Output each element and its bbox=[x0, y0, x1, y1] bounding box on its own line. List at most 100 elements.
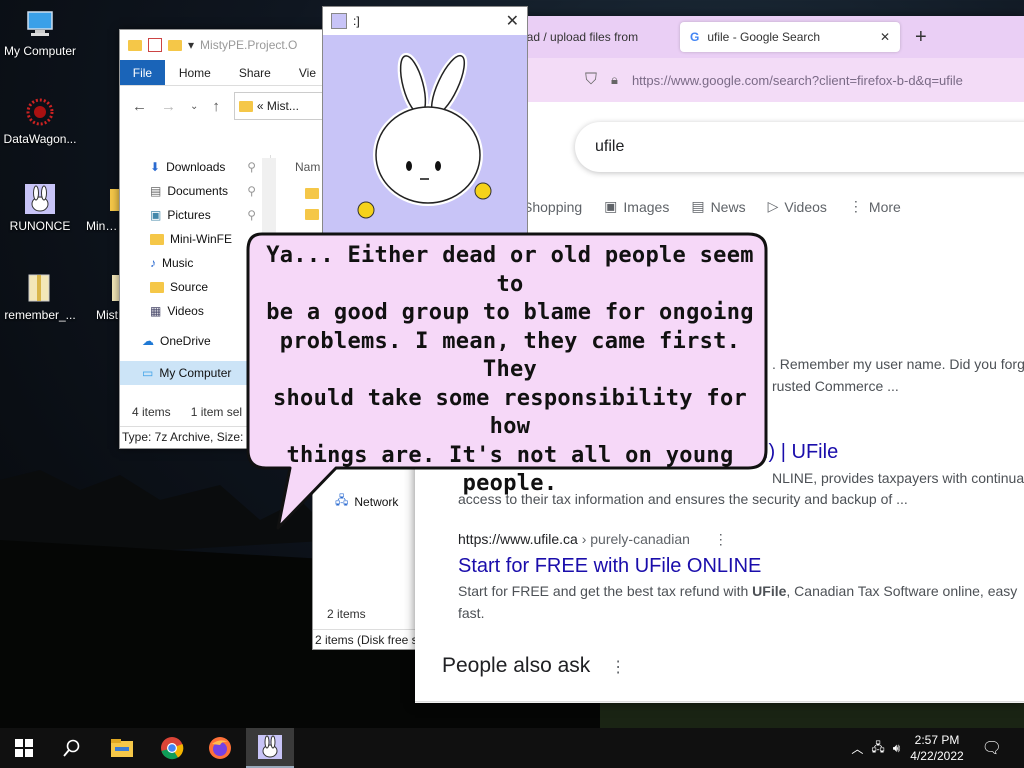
video-icon: ▦ bbox=[150, 304, 162, 318]
scroll-left-icon[interactable]: ❮ bbox=[418, 702, 428, 703]
tab-shopping[interactable]: Shopping bbox=[523, 198, 582, 215]
desktop-icon-datawagon[interactable]: DataWagon... bbox=[0, 96, 80, 146]
taskbar-firefox[interactable] bbox=[196, 728, 244, 768]
more-options-icon[interactable]: ⋮ bbox=[610, 659, 626, 676]
sidebar-item-label: Downloads bbox=[166, 160, 226, 174]
forward-arrow-icon[interactable]: → bbox=[161, 98, 176, 115]
result-snippet: rusted Commerce ... bbox=[772, 378, 899, 394]
explorer-nav-bar: ← → ⌄ ↑ « Mist... bbox=[120, 86, 330, 126]
windows-logo-icon bbox=[15, 739, 33, 757]
tab-title: oad / upload files from bbox=[520, 30, 639, 44]
new-folder-icon[interactable] bbox=[168, 39, 182, 51]
status-item-count: 4 items bbox=[132, 405, 171, 419]
speech-line: be a good group to blame for ongoing bbox=[266, 300, 754, 325]
address-text: « Mist... bbox=[256, 99, 299, 113]
url-host: https://www.google.com bbox=[631, 72, 770, 88]
bunny-title-bar: :] ✕ bbox=[323, 7, 527, 35]
url-bar[interactable]: https://www.google.com/search?client=fir… bbox=[632, 73, 963, 88]
tab-title: ufile - Google Search bbox=[707, 30, 821, 44]
dropdown-icon[interactable]: ⌄ bbox=[190, 101, 198, 112]
desktop-icon-remember[interactable]: remember_... bbox=[0, 272, 80, 322]
snippet-text: Start for FREE and get the best tax refu… bbox=[458, 583, 753, 599]
folder-icon[interactable] bbox=[305, 188, 319, 199]
snippet-text: , Canadian Tax Software online, easy bbox=[786, 583, 1018, 599]
browser-tab-ufile-search[interactable]: G ufile - Google Search ✕ bbox=[680, 22, 900, 52]
explorer-title: MistyPE.Project.O bbox=[200, 38, 298, 52]
google-search-input[interactable]: ufile bbox=[575, 122, 1024, 172]
sidebar-item-label: Music bbox=[162, 256, 194, 270]
archive-file-icon bbox=[24, 272, 56, 304]
shield-icon[interactable]: ⛉ bbox=[585, 71, 597, 89]
cloud-icon: ☁ bbox=[142, 334, 154, 348]
properties-icon[interactable] bbox=[148, 38, 162, 52]
explorer-address-bar[interactable]: « Mist... bbox=[233, 92, 330, 120]
desktop-icon-mist[interactable]: Mist bbox=[78, 272, 128, 322]
lock-icon[interactable]: 🔒︎ bbox=[611, 72, 618, 88]
system-clock[interactable]: 2:57 PM 4/22/2022 bbox=[910, 732, 963, 764]
result-snippet: Start for FREE and get the best tax refu… bbox=[458, 583, 1017, 599]
computer-icon: ▭ bbox=[142, 366, 154, 380]
desktop-icon-runonce[interactable]: RUNONCE bbox=[0, 183, 80, 233]
folder-icon[interactable] bbox=[305, 209, 319, 220]
desktop-icon-label: My Computer bbox=[3, 44, 77, 58]
ribbon-tab-share[interactable]: Share bbox=[225, 66, 285, 80]
sidebar-item-label: OneDrive bbox=[160, 334, 211, 348]
datawagon-icon bbox=[24, 96, 56, 128]
music-icon: ♪ bbox=[150, 256, 156, 270]
volume-icon[interactable]: 🔊︎ bbox=[893, 741, 901, 756]
browser-tab-upload[interactable]: oad / upload files from bbox=[510, 22, 680, 52]
column-header-name[interactable]: Nam bbox=[295, 160, 320, 174]
notification-icon[interactable]: 🗨︎ bbox=[982, 738, 1002, 758]
tab-news[interactable]: ▤ News bbox=[691, 198, 745, 215]
pin-icon: ⚲ bbox=[247, 208, 256, 222]
result-title-link[interactable]: Start for FREE with UFile ONLINE bbox=[458, 555, 761, 578]
tab-images[interactable]: ▣ Images bbox=[604, 198, 669, 215]
tab-label: Videos bbox=[784, 198, 827, 215]
ribbon-tab-file[interactable]: File bbox=[120, 60, 165, 85]
search-button[interactable] bbox=[48, 728, 96, 768]
sidebar-item-documents[interactable]: ▤ Documents ⚲ bbox=[120, 179, 270, 203]
taskbar-bunny-app[interactable] bbox=[246, 728, 294, 768]
bunny-assistant-window: :] ✕ bbox=[322, 6, 528, 234]
chrome-icon bbox=[161, 737, 184, 760]
desktop-icon-mini-w[interactable]: Mini-W bbox=[78, 183, 130, 233]
explorer-ribbon: File Home Share Vie bbox=[120, 60, 330, 86]
snippet-bold: UFile bbox=[752, 583, 787, 599]
document-icon: ▤ bbox=[150, 184, 162, 198]
desktop-icon-my-computer[interactable]: My Computer bbox=[0, 8, 80, 58]
file-explorer-icon bbox=[111, 739, 133, 757]
images-icon: ▣ bbox=[604, 198, 618, 214]
close-tab-icon[interactable]: ✕ bbox=[880, 30, 890, 44]
sidebar-item-pictures[interactable]: ▣ Pictures ⚲ bbox=[120, 203, 270, 227]
speech-line: things are. It's not all on young people… bbox=[286, 442, 734, 497]
back-arrow-icon[interactable]: ← bbox=[132, 98, 147, 115]
chevron-up-icon[interactable]: ︿ bbox=[851, 740, 863, 757]
taskbar-file-explorer[interactable] bbox=[98, 728, 146, 768]
network-icon[interactable]: 🖧︎ bbox=[871, 738, 884, 759]
download-icon: ⬇ bbox=[150, 160, 161, 174]
up-arrow-icon[interactable]: ↑ bbox=[212, 98, 220, 115]
videos-icon: ▷ bbox=[767, 198, 779, 214]
more-icon: ⋮ bbox=[848, 198, 863, 214]
sidebar-item-label: Mini-WinFE bbox=[170, 232, 232, 246]
ribbon-tab-home[interactable]: Home bbox=[165, 66, 225, 80]
pin-icon: ⚲ bbox=[247, 160, 256, 174]
search-type-tabs: Shopping ▣ Images ▤ News ▷ Videos ⋮ More bbox=[523, 198, 901, 215]
sidebar-item-label: Source bbox=[170, 280, 209, 294]
tab-more[interactable]: ⋮ More bbox=[849, 198, 901, 215]
result-snippet: . Remember my user name. Did you forg bbox=[772, 356, 1024, 372]
tab-label: News bbox=[710, 198, 746, 215]
taskbar-chrome[interactable] bbox=[148, 728, 196, 768]
quick-access-dropdown-icon[interactable]: ▾ bbox=[188, 38, 194, 52]
horizontal-scrollbar[interactable]: ❮ bbox=[415, 701, 1024, 703]
start-button[interactable] bbox=[0, 728, 48, 768]
new-tab-button[interactable]: + bbox=[915, 26, 927, 49]
google-g-icon: G bbox=[690, 30, 700, 44]
desktop-icon-label: Mist bbox=[96, 308, 118, 322]
sidebar-item-label: Pictures bbox=[167, 208, 211, 222]
tab-videos[interactable]: ▷ Videos bbox=[768, 198, 827, 215]
sidebar-item-downloads[interactable]: ⬇ Downloads ⚲ bbox=[120, 155, 270, 179]
close-icon[interactable]: ✕ bbox=[506, 11, 519, 31]
sidebar-item-label: Documents bbox=[167, 184, 229, 198]
status-item-count: 2 items bbox=[327, 607, 366, 621]
